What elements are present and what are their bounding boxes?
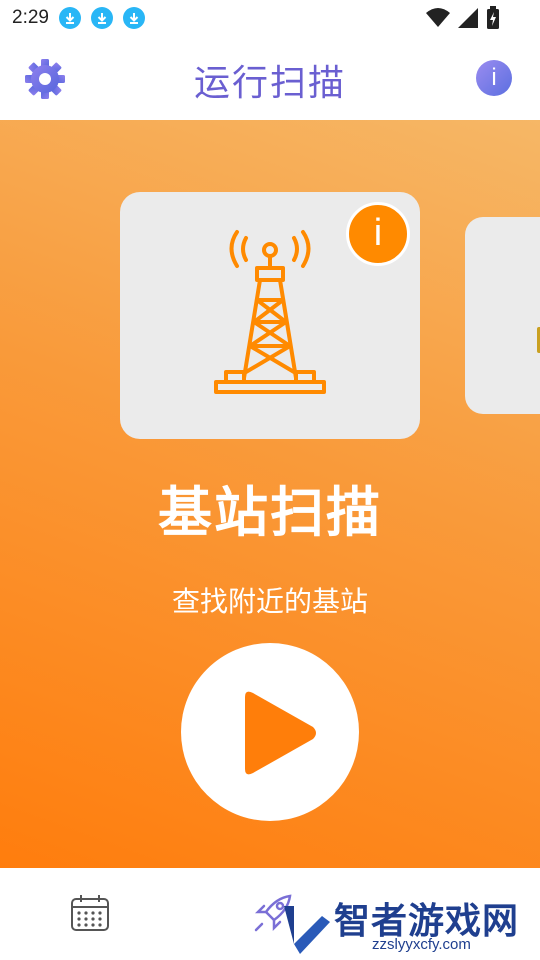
info-button[interactable]: i <box>476 60 512 96</box>
scan-type-card-next[interactable] <box>465 217 540 414</box>
scan-subtitle: 查找附近的基站 <box>171 585 368 618</box>
cell-tower-icon <box>214 230 326 394</box>
status-bar: 2:29 <box>0 0 540 36</box>
watermark-url: zzslyyxcfy.com <box>372 936 471 953</box>
watermark-mark-icon <box>284 906 330 954</box>
scan-type-card-cell-tower[interactable]: i <box>120 192 420 439</box>
card-info-button[interactable]: i <box>346 202 410 266</box>
download-icon <box>90 7 113 29</box>
wifi-icon <box>426 8 450 27</box>
start-scan-button[interactable] <box>181 643 359 821</box>
app-bar: 运行扫描 i <box>0 36 540 120</box>
nav-calendar-button[interactable] <box>70 894 110 932</box>
download-icon <box>122 7 145 29</box>
signal-icon <box>458 8 478 28</box>
bottom-nav: 智者游戏网 zzslyyxcfy.com <box>0 868 540 960</box>
scan-title: 基站扫描 <box>158 481 382 544</box>
status-system-icons <box>426 6 500 30</box>
battery-charging-icon <box>487 6 499 29</box>
calendar-icon <box>71 895 109 931</box>
status-time: 2:29 <box>12 7 49 28</box>
watermark-logo: 智者游戏网 zzslyyxcfy.com <box>272 892 540 960</box>
scan-hero-section: i 基站扫描 查找附近的基站 <box>0 120 540 868</box>
download-icon <box>58 7 81 29</box>
play-icon <box>245 691 316 775</box>
page-title: 运行扫描 <box>193 63 346 104</box>
